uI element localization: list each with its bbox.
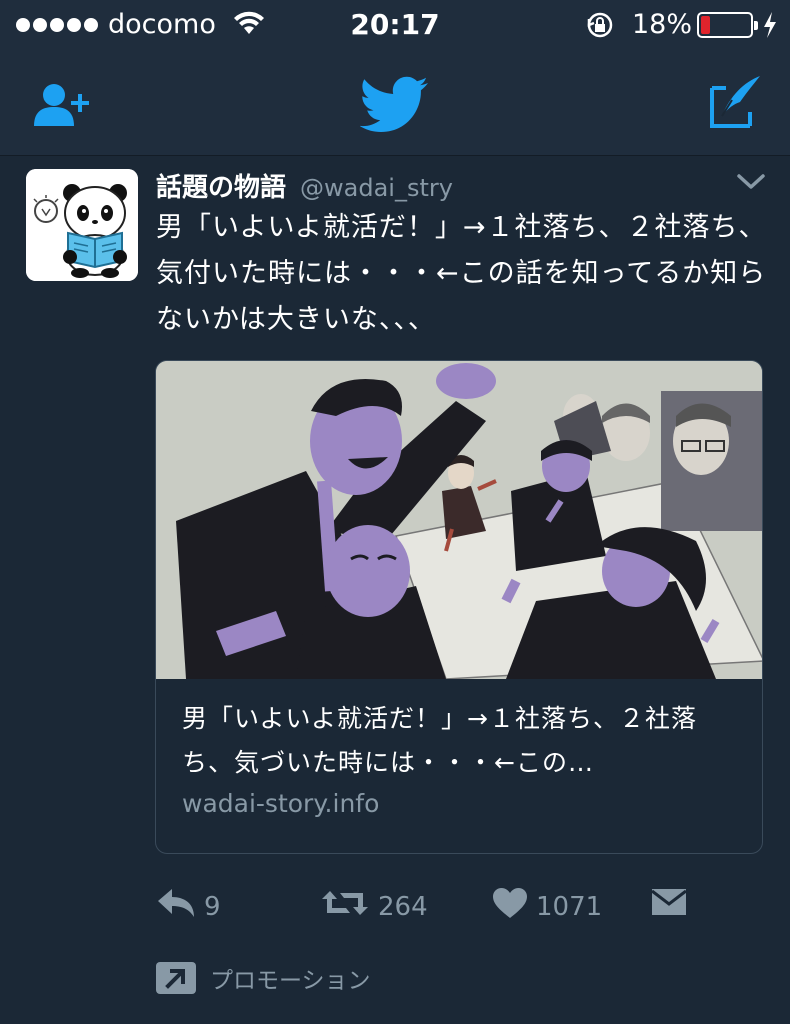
like-count: 1071 [536, 891, 603, 922]
avatar[interactable] [26, 169, 138, 281]
tweet-text: 男「いよいよ就活だ！」→１社落ち、２社落ち、気付いた時には・・・←この話を知って… [156, 212, 767, 335]
battery-percent: 18% [632, 9, 693, 40]
reply-count: 9 [204, 891, 221, 922]
like-button[interactable]: 1071 [492, 887, 602, 926]
promoted-label: プロモーション [156, 961, 371, 995]
twitter-bird-icon[interactable] [359, 76, 430, 136]
display-name[interactable]: 話題の物語 [156, 167, 286, 204]
compose-tweet-icon[interactable] [708, 74, 764, 134]
heart-icon [492, 887, 528, 926]
tweet-header: 話題の物語 @wadai_stry [156, 167, 453, 203]
direct-message-button[interactable] [650, 887, 688, 924]
rotation-lock-icon [585, 10, 615, 44]
retweet-button[interactable]: 264 [320, 887, 428, 926]
battery-icon [697, 12, 758, 38]
card-image[interactable] [156, 361, 762, 680]
link-card[interactable]: 男「いよいよ就活だ！」→１社落ち、２社落ち、気づいた時には・・・←この… wad… [155, 360, 763, 854]
tweet[interactable]: 話題の物語 @wadai_stry 男「いよいよ就活だ！」→１社落ち、２社落ち、… [0, 157, 790, 1024]
promoted-arrow-icon [156, 962, 196, 994]
status-bar: docomo 20:17 18% [0, 0, 790, 50]
retweet-icon [320, 887, 370, 926]
card-title[interactable]: 男「いよいよ就活だ！」→１社落ち、２社落ち、気づいた時には・・・←この… [182, 697, 742, 785]
tweet-actions: 9 264 1071 [156, 887, 756, 937]
envelope-icon [650, 887, 688, 924]
reply-button[interactable]: 9 [156, 887, 221, 926]
reply-icon [156, 887, 196, 926]
add-user-icon[interactable] [32, 82, 96, 132]
chevron-down-icon[interactable] [736, 173, 766, 195]
retweet-count: 264 [378, 891, 428, 922]
user-handle[interactable]: @wadai_stry [300, 174, 453, 202]
card-domain[interactable]: wadai-story.info [182, 789, 379, 818]
charging-bolt-icon [762, 12, 778, 42]
promoted-text: プロモーション [210, 968, 371, 994]
nav-bar [0, 50, 790, 156]
